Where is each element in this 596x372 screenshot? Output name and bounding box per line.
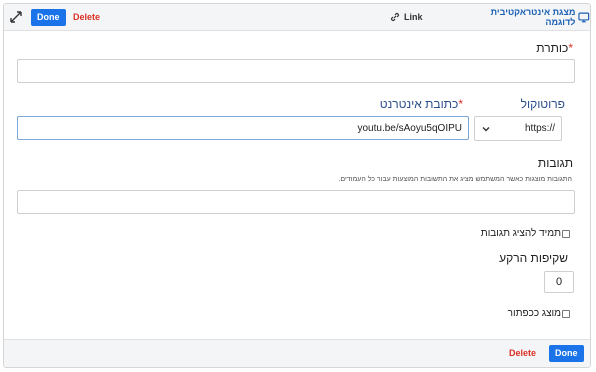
footer-delete-button[interactable]: Delete <box>509 345 536 362</box>
protocol-label: פרוטוקול <box>520 97 565 111</box>
title-input[interactable] <box>17 59 575 83</box>
expand-arrows-icon[interactable] <box>10 11 22 23</box>
url-input[interactable] <box>17 116 469 140</box>
always-show-responses-row: תמיד להציג תגובות <box>481 228 570 239</box>
always-show-responses-checkbox[interactable] <box>562 229 570 238</box>
required-mark: * <box>458 97 463 111</box>
chevron-down-icon <box>482 126 490 131</box>
url-label-text: כתובת אינטרנט <box>379 97 459 111</box>
top-toolbar: Done Delete Link מצגת אינטראקטיבית לדוגמ… <box>4 4 590 31</box>
show-as-button-checkbox[interactable] <box>562 309 570 318</box>
opacity-input[interactable]: 0 <box>544 271 574 293</box>
delete-button[interactable]: Delete <box>73 9 100 26</box>
link-icon <box>390 12 400 22</box>
title-label: *כותרת <box>536 41 573 55</box>
done-button[interactable]: Done <box>31 9 66 26</box>
responses-input[interactable] <box>17 190 575 214</box>
preview-button[interactable]: מצגת אינטראקטיבית לדוגמה <box>462 7 590 27</box>
opacity-label: שקיפות הרקע <box>499 251 568 265</box>
preview-label: מצגת אינטראקטיבית לדוגמה <box>490 7 576 27</box>
always-show-responses-label: תמיד להציג תגובות <box>480 228 561 239</box>
show-as-button-label: מוצג ככפתור <box>507 308 561 319</box>
url-label: *כתובת אינטרנט <box>380 97 463 111</box>
responses-label: תגובות <box>537 156 573 170</box>
editor-panel: Done Delete Link מצגת אינטראקטיבית לדוגמ… <box>3 3 591 368</box>
show-as-button-row: מוצג ככפתור <box>508 308 570 319</box>
monitor-icon <box>578 12 590 23</box>
link-button[interactable]: Link <box>389 9 423 25</box>
footer-done-button[interactable]: Done <box>549 345 584 362</box>
bottom-toolbar: Delete Done <box>4 339 590 367</box>
title-label-text: כותרת <box>536 41 569 55</box>
responses-hint: התגובות מוצגות כאשר המשתמש מציג את התשוב… <box>338 176 572 183</box>
required-mark: * <box>568 41 573 55</box>
link-label: Link <box>404 12 423 22</box>
protocol-select[interactable]: https:// <box>474 116 562 141</box>
protocol-value: https:// <box>524 123 555 134</box>
